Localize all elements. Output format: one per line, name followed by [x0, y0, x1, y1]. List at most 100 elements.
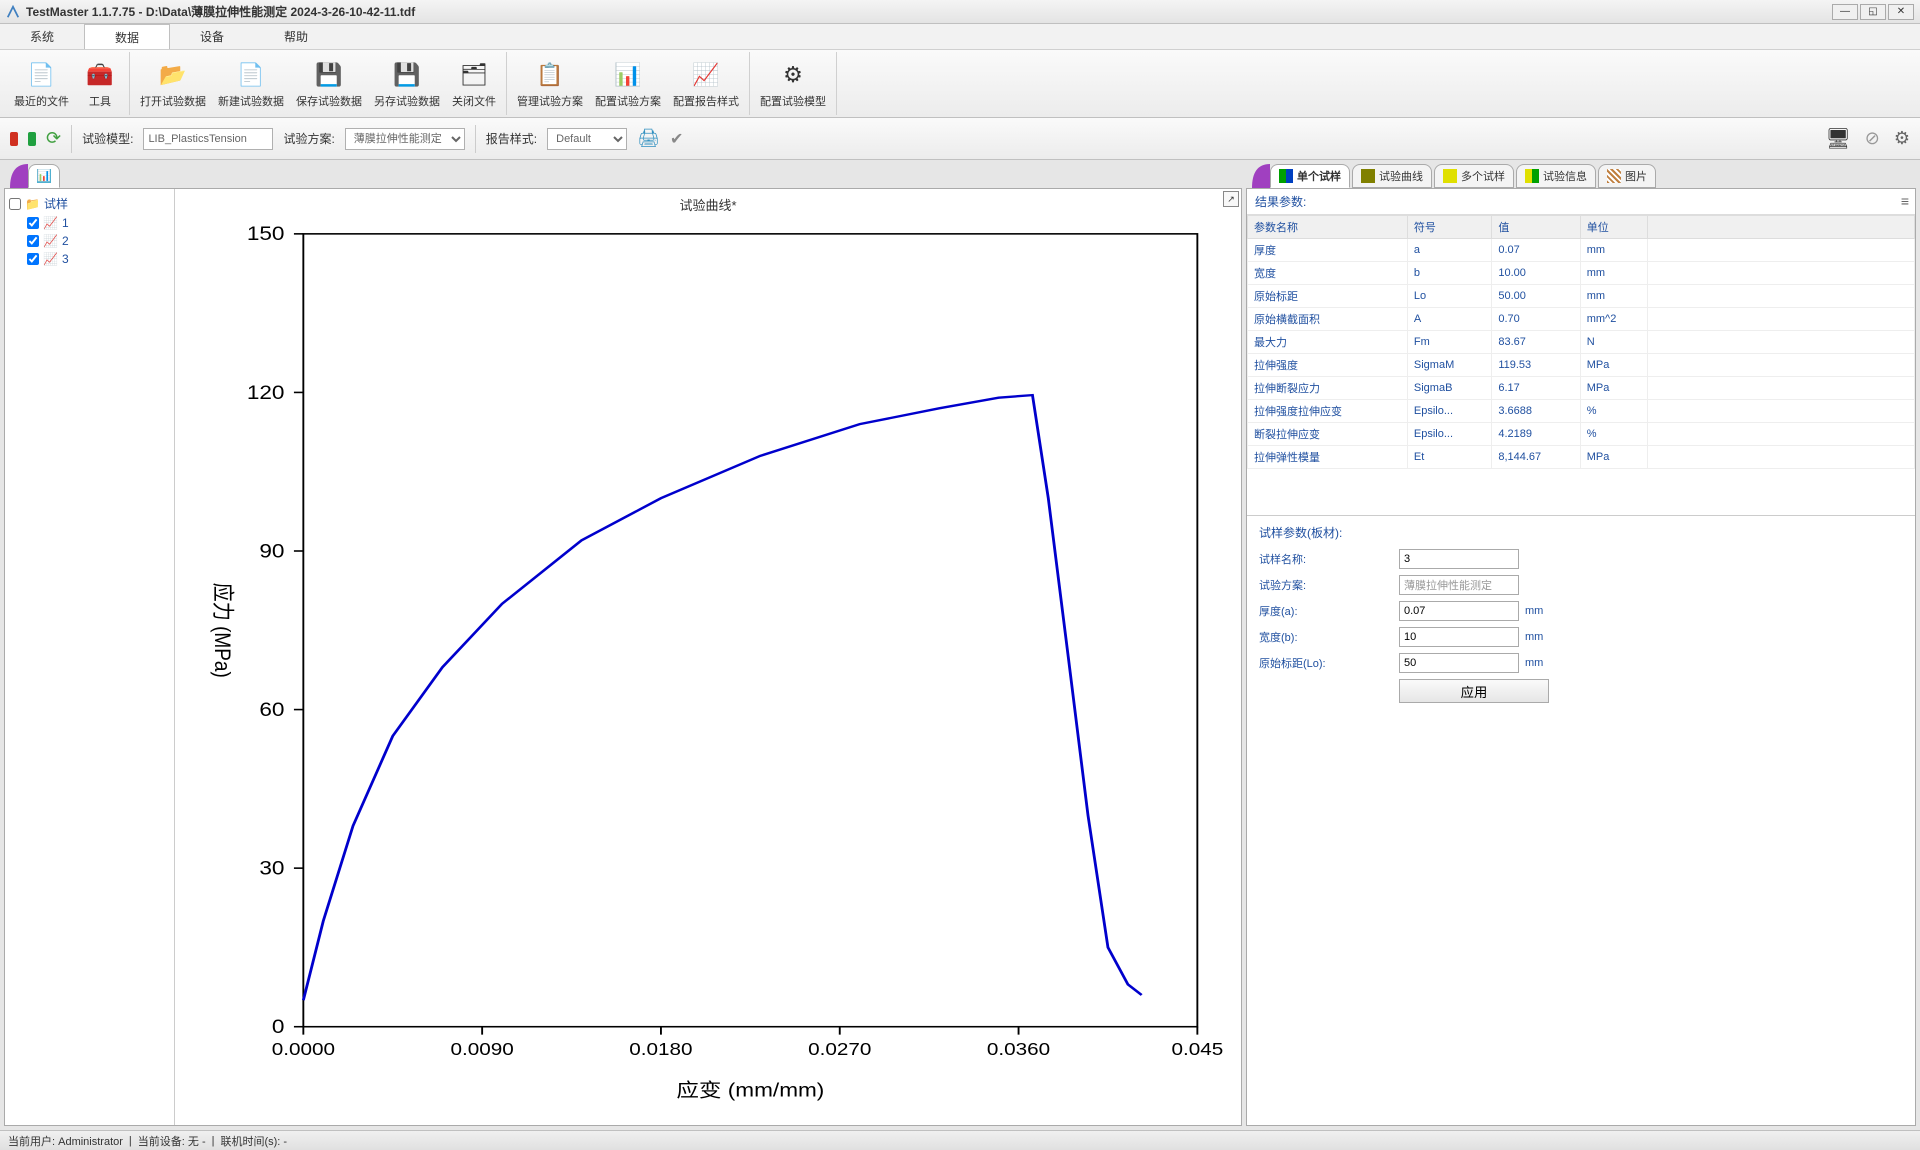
tree-item-1[interactable]: 📈1 — [9, 214, 170, 232]
table-row[interactable]: 宽度b10.00mm — [1248, 262, 1915, 285]
results-menu-icon[interactable]: ≡ — [1901, 193, 1909, 209]
svg-text:应力 (MPa): 应力 (MPa) — [209, 583, 234, 678]
sample-name-label: 试样名称: — [1259, 551, 1399, 567]
tab-image[interactable]: 图片 — [1598, 164, 1656, 188]
chart-tab-icon: 📊 — [37, 169, 51, 183]
svg-text:90: 90 — [259, 541, 284, 562]
recent-files-icon: 📄 — [26, 59, 58, 91]
sample-plan-input — [1399, 575, 1519, 595]
menu-data[interactable]: 数据 — [84, 24, 170, 49]
table-row[interactable]: 拉伸强度拉伸应变Epsilo...3.6688% — [1248, 400, 1915, 423]
apply-button[interactable]: 应用 — [1399, 679, 1549, 703]
stop-icon[interactable]: ⊘ — [1865, 128, 1880, 149]
stress-strain-chart[interactable]: 03060901201500.00000.00900.01800.02700.0… — [181, 218, 1235, 1106]
marker-green-icon[interactable] — [28, 132, 36, 146]
sample-name-input[interactable] — [1399, 549, 1519, 569]
svg-text:0.0180: 0.0180 — [629, 1041, 692, 1060]
minimize-button[interactable]: — — [1832, 4, 1858, 20]
col-unit[interactable]: 单位 — [1580, 216, 1647, 239]
close-button[interactable]: ✕ — [1888, 4, 1914, 20]
settings-icon[interactable]: ⚙ — [1894, 128, 1910, 149]
gauge-input[interactable] — [1399, 653, 1519, 673]
table-row[interactable]: 拉伸弹性模量Et8,144.67MPa — [1248, 446, 1915, 469]
test-curve-icon — [1361, 169, 1375, 183]
tab-test-curve[interactable]: 试验曲线 — [1352, 164, 1432, 188]
left-pane: 📁 试样 📈1 📈2 📈3 ↗ 试验曲线* 03060901201500.000… — [4, 188, 1242, 1126]
svg-text:0.0000: 0.0000 — [272, 1041, 335, 1060]
plan-label: 试验方案: — [283, 130, 334, 147]
tab-multi-sample[interactable]: 多个试样 — [1434, 164, 1514, 188]
menu-device[interactable]: 设备 — [170, 24, 254, 49]
table-row[interactable]: 原始标距Lo50.00mm — [1248, 285, 1915, 308]
new-data-button[interactable]: 📄新建试验数据 — [212, 52, 290, 115]
tab-single-sample[interactable]: 单个试样 — [1270, 164, 1350, 188]
svg-text:0.045: 0.045 — [1171, 1041, 1223, 1060]
close-file-button[interactable]: 🗂关闭文件 — [446, 52, 502, 115]
results-header: 结果参数: ≡ — [1247, 189, 1915, 215]
refresh-icon[interactable]: ⟳ — [46, 128, 61, 149]
recent-files-button[interactable]: 📄最近的文件 — [8, 52, 75, 115]
open-folder-icon: 📂 — [157, 59, 189, 91]
model-input[interactable] — [143, 128, 273, 150]
expand-chart-button[interactable]: ↗ — [1223, 191, 1239, 207]
image-tab-icon — [1607, 169, 1621, 183]
table-row[interactable]: 拉伸断裂应力SigmaB6.17MPa — [1248, 377, 1915, 400]
report-select[interactable]: Default — [547, 128, 627, 150]
width-input[interactable] — [1399, 627, 1519, 647]
config-model-button[interactable]: ⚙配置试验模型 — [754, 52, 832, 115]
table-row[interactable]: 厚度a0.07mm — [1248, 239, 1915, 262]
col-value[interactable]: 值 — [1492, 216, 1580, 239]
tree-root[interactable]: 📁 试样 — [9, 193, 170, 214]
save-data-button[interactable]: 💾保存试验数据 — [290, 52, 368, 115]
svg-text:30: 30 — [259, 858, 284, 879]
config-report-icon: 📈 — [690, 59, 722, 91]
right-tabstrip: 单个试样 试验曲线 多个试样 试验信息 图片 — [1242, 160, 1920, 188]
table-row[interactable]: 断裂拉伸应变Epsilo...4.2189% — [1248, 423, 1915, 446]
svg-text:0.0360: 0.0360 — [987, 1041, 1050, 1060]
saveas-data-button[interactable]: 💾另存试验数据 — [368, 52, 446, 115]
check-icon[interactable]: ✔ — [670, 129, 683, 149]
tree-check-1[interactable] — [27, 217, 39, 229]
saveas-icon: 💾 — [391, 59, 423, 91]
sample-params-section: 试样参数(板材): 试样名称: 试验方案: 厚度(a):mm 宽度(b):mm … — [1247, 515, 1915, 711]
tools-button[interactable]: 🧰工具 — [75, 52, 125, 115]
table-row[interactable]: 拉伸强度SigmaM119.53MPa — [1248, 354, 1915, 377]
tree-item-3[interactable]: 📈3 — [9, 250, 170, 268]
print-icon[interactable]: 🖨 — [637, 128, 660, 149]
open-data-button[interactable]: 📂打开试验数据 — [134, 52, 212, 115]
sample-icon: 📈 — [43, 216, 58, 230]
tree-root-checkbox[interactable] — [9, 198, 21, 210]
save-icon: 💾 — [313, 59, 345, 91]
thickness-label: 厚度(a): — [1259, 603, 1399, 619]
tree-check-3[interactable] — [27, 253, 39, 265]
results-table-wrap[interactable]: 参数名称 符号 值 单位 厚度a0.07mm宽度b10.00mm原始标距Lo50… — [1247, 215, 1915, 515]
col-name[interactable]: 参数名称 — [1248, 216, 1408, 239]
plan-select[interactable]: 薄膜拉伸性能测定 — [345, 128, 465, 150]
status-device: 当前设备: 无 - — [138, 1133, 206, 1149]
test-info-icon — [1525, 169, 1539, 183]
gauge-label: 原始标距(Lo): — [1259, 655, 1399, 671]
svg-text:应变 (mm/mm): 应变 (mm/mm) — [676, 1080, 824, 1101]
multi-sample-icon — [1443, 169, 1457, 183]
tree-check-2[interactable] — [27, 235, 39, 247]
config-plan-button[interactable]: 📊配置试验方案 — [589, 52, 667, 115]
left-tabstrip: 📊 — [0, 160, 1242, 188]
sample-plan-label: 试验方案: — [1259, 577, 1399, 593]
status-user: 当前用户: Administrator — [8, 1133, 123, 1149]
col-symbol[interactable]: 符号 — [1407, 216, 1491, 239]
tab-test-info[interactable]: 试验信息 — [1516, 164, 1596, 188]
machine-icon[interactable]: 🖥 — [1825, 126, 1850, 151]
config-report-button[interactable]: 📈配置报告样式 — [667, 52, 745, 115]
table-row[interactable]: 最大力Fm83.67N — [1248, 331, 1915, 354]
manage-plan-button[interactable]: 📋管理试验方案 — [511, 52, 589, 115]
marker-red-icon[interactable] — [10, 132, 18, 146]
menu-system[interactable]: 系统 — [0, 24, 84, 49]
tree-item-2[interactable]: 📈2 — [9, 232, 170, 250]
maximize-button[interactable]: ◱ — [1860, 4, 1886, 20]
thickness-input[interactable] — [1399, 601, 1519, 621]
menu-help[interactable]: 帮助 — [254, 24, 338, 49]
table-row[interactable]: 原始横截面积A0.70mm^2 — [1248, 308, 1915, 331]
left-tab-chart[interactable]: 📊 — [28, 164, 60, 188]
workspace: 📁 试样 📈1 📈2 📈3 ↗ 试验曲线* 03060901201500.000… — [0, 188, 1920, 1130]
config-model-icon: ⚙ — [777, 59, 809, 91]
